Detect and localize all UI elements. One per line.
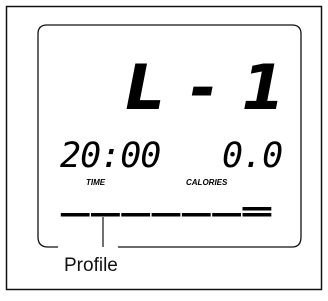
lcd-diagram: L - 1 20:00 TIME 0.0 CALORIES Profile <box>0 0 328 296</box>
profile-bar-segment <box>60 213 90 217</box>
calories-label: CALORIES <box>186 178 228 187</box>
time-value: 20:00 <box>60 136 160 176</box>
profile-bar-segment <box>121 213 151 217</box>
profile-bar-segment <box>242 213 272 217</box>
profile-bar-segment <box>91 213 120 217</box>
profile-label: Profile <box>64 255 118 276</box>
calories-value: 0.0 <box>222 136 282 176</box>
program-display: L - 1 <box>125 51 287 124</box>
profile-bar-segment <box>212 213 241 217</box>
profile-bar-segment <box>242 207 272 211</box>
profile-bar-segment <box>151 213 181 217</box>
time-label: TIME <box>86 178 106 187</box>
profile-bar-segment <box>181 213 211 217</box>
lcd-figure: L - 1 20:00 TIME 0.0 CALORIES <box>5 5 323 291</box>
